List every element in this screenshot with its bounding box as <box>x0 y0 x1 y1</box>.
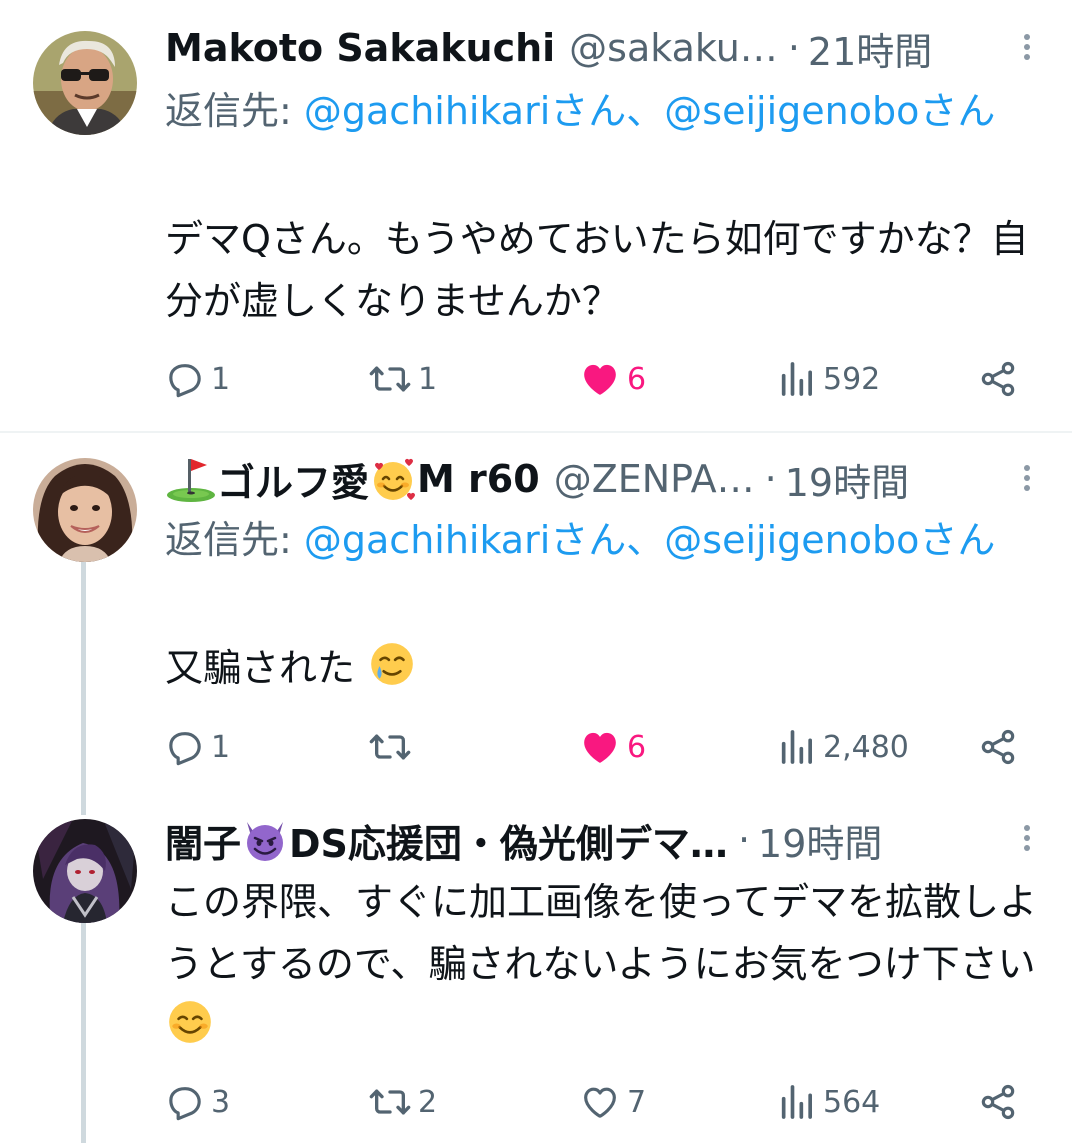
retweet-icon <box>369 1089 411 1115</box>
heart-outline-icon <box>584 1087 616 1118</box>
tweet-body: 又騙された <box>165 637 1046 699</box>
reply-count: 1 <box>211 361 231 397</box>
smiling-face-icon <box>169 1001 211 1043</box>
reply-to-line: 返信先: @gachihikariさん、@seijigenoboさん <box>165 80 1046 142</box>
more-options-icon[interactable] <box>1020 30 1034 70</box>
thread-line <box>81 923 86 1143</box>
tweet-text: 又騙された <box>165 646 356 690</box>
action-bar: 3 2 7 564 <box>165 1077 1035 1127</box>
display-name-suffix[interactable]: M r60 <box>417 457 540 501</box>
display-name-prefix[interactable]: 闇子 <box>165 813 241 868</box>
like-button[interactable]: 7 <box>579 1077 646 1127</box>
views-chart-icon <box>781 362 812 396</box>
tweet-header: Makoto Sakakuchi @sakaku… · 21時間 <box>165 18 992 78</box>
timestamp[interactable]: 21時間 <box>808 21 932 76</box>
share-icon <box>981 729 1015 765</box>
views-button[interactable]: 564 <box>777 1077 880 1127</box>
user-handle[interactable]: @ZENPA… <box>554 457 755 501</box>
reply-button[interactable]: 1 <box>165 354 230 404</box>
mention-separator: 、 <box>626 518 665 562</box>
tweet[interactable]: 闇子 DS応援団・偽光側デマ… · 19時間 この界隈、すぐに加工画像を使ってデ… <box>0 795 1072 1143</box>
timestamp[interactable]: 19時間 <box>785 452 909 507</box>
avatar[interactable] <box>33 819 137 923</box>
action-bar: 1 6 2,480 <box>165 722 1035 772</box>
display-name[interactable]: Makoto Sakakuchi <box>165 26 555 70</box>
tweet[interactable]: Makoto Sakakuchi @sakaku… · 21時間 返信先: @g… <box>0 0 1072 433</box>
retweet-icon <box>369 734 411 760</box>
tweet-text: この界隈、すぐに加工画像を使ってデマを拡散しようとするので、騙されないようにお気… <box>165 880 1038 986</box>
reply-count: 3 <box>211 1084 231 1120</box>
reply-to-label: 返信先: <box>165 89 304 133</box>
separator-dot: · <box>737 818 751 862</box>
separator-dot: · <box>787 26 800 70</box>
avatar[interactable] <box>33 31 137 135</box>
reply-icon <box>169 364 201 398</box>
avatar[interactable] <box>33 458 137 562</box>
reply-count: 1 <box>211 729 231 765</box>
views-chart-icon <box>781 1085 812 1119</box>
smiling-face-with-hearts-icon <box>374 458 416 500</box>
tweet-header: 闇子 DS応援団・偽光側デマ… · 19時間 <box>165 810 992 870</box>
tweet[interactable]: ゴルフ愛 M r60 @ZENPA… · 19時間 返信先: @gachihik… <box>0 433 1072 795</box>
mention-link[interactable]: @gachihikariさん <box>304 518 626 562</box>
like-button[interactable]: 6 <box>579 354 646 404</box>
views-button[interactable]: 2,480 <box>777 722 909 772</box>
reply-to-label: 返信先: <box>165 518 304 562</box>
like-count: 6 <box>627 361 647 397</box>
thread-line <box>81 560 86 795</box>
share-button[interactable] <box>977 722 1019 772</box>
heart-filled-icon <box>584 364 616 395</box>
view-count: 2,480 <box>823 729 909 765</box>
tweet-header: ゴルフ愛 M r60 @ZENPA… · 19時間 <box>165 449 992 509</box>
retweet-button[interactable]: 2 <box>368 1077 437 1127</box>
share-icon <box>981 1084 1015 1120</box>
views-chart-icon <box>781 730 812 764</box>
retweet-button[interactable]: 1 <box>368 354 437 404</box>
share-button[interactable] <box>977 354 1019 404</box>
mention-link[interactable]: @seijigenoboさん <box>664 518 995 562</box>
separator-dot: · <box>764 457 777 501</box>
retweet-count: 2 <box>418 1084 438 1120</box>
share-icon <box>981 361 1015 397</box>
like-count: 7 <box>627 1084 647 1120</box>
more-options-icon[interactable] <box>1020 461 1034 501</box>
timestamp[interactable]: 19時間 <box>758 813 882 868</box>
action-bar: 1 1 6 592 <box>165 354 1035 404</box>
like-button[interactable]: 6 <box>579 722 646 772</box>
reply-to-line: 返信先: @gachihikariさん、@seijigenoboさん <box>165 509 1046 571</box>
reply-button[interactable]: 3 <box>165 1077 230 1127</box>
views-button[interactable]: 592 <box>777 354 880 404</box>
retweet-button[interactable] <box>368 722 418 772</box>
display-name[interactable]: ゴルフ愛 <box>217 452 369 507</box>
view-count: 564 <box>823 1084 881 1120</box>
retweet-icon <box>369 366 411 392</box>
golf-flag-icon <box>167 459 215 502</box>
reply-icon <box>169 1087 201 1121</box>
more-options-icon[interactable] <box>1020 821 1034 861</box>
view-count: 592 <box>823 361 881 397</box>
user-handle[interactable]: @sakaku… <box>569 26 778 70</box>
smiling-face-with-tear-icon <box>371 643 413 685</box>
display-name[interactable]: DS応援団・偽光側デマ… <box>289 813 728 868</box>
heart-filled-icon <box>584 732 616 763</box>
mention-link[interactable]: @gachihikariさん <box>304 89 626 133</box>
tweet-text: デマQさん。もうやめておいたら如何ですかな？自分が虚しくなりませんか？ <box>165 217 1029 323</box>
mention-link[interactable]: @seijigenoboさん <box>664 89 995 133</box>
mention-separator: 、 <box>626 89 665 133</box>
retweet-count: 1 <box>418 361 438 397</box>
reply-button[interactable]: 1 <box>165 722 230 772</box>
thread-line <box>81 795 86 815</box>
reply-icon <box>169 732 201 766</box>
like-count: 6 <box>627 729 647 765</box>
share-button[interactable] <box>977 1077 1019 1127</box>
tweet-body: この界隈、すぐに加工画像を使ってデマを拡散しようとするので、騙されないようにお気… <box>165 871 1046 1057</box>
smiling-devil-icon <box>247 822 284 861</box>
